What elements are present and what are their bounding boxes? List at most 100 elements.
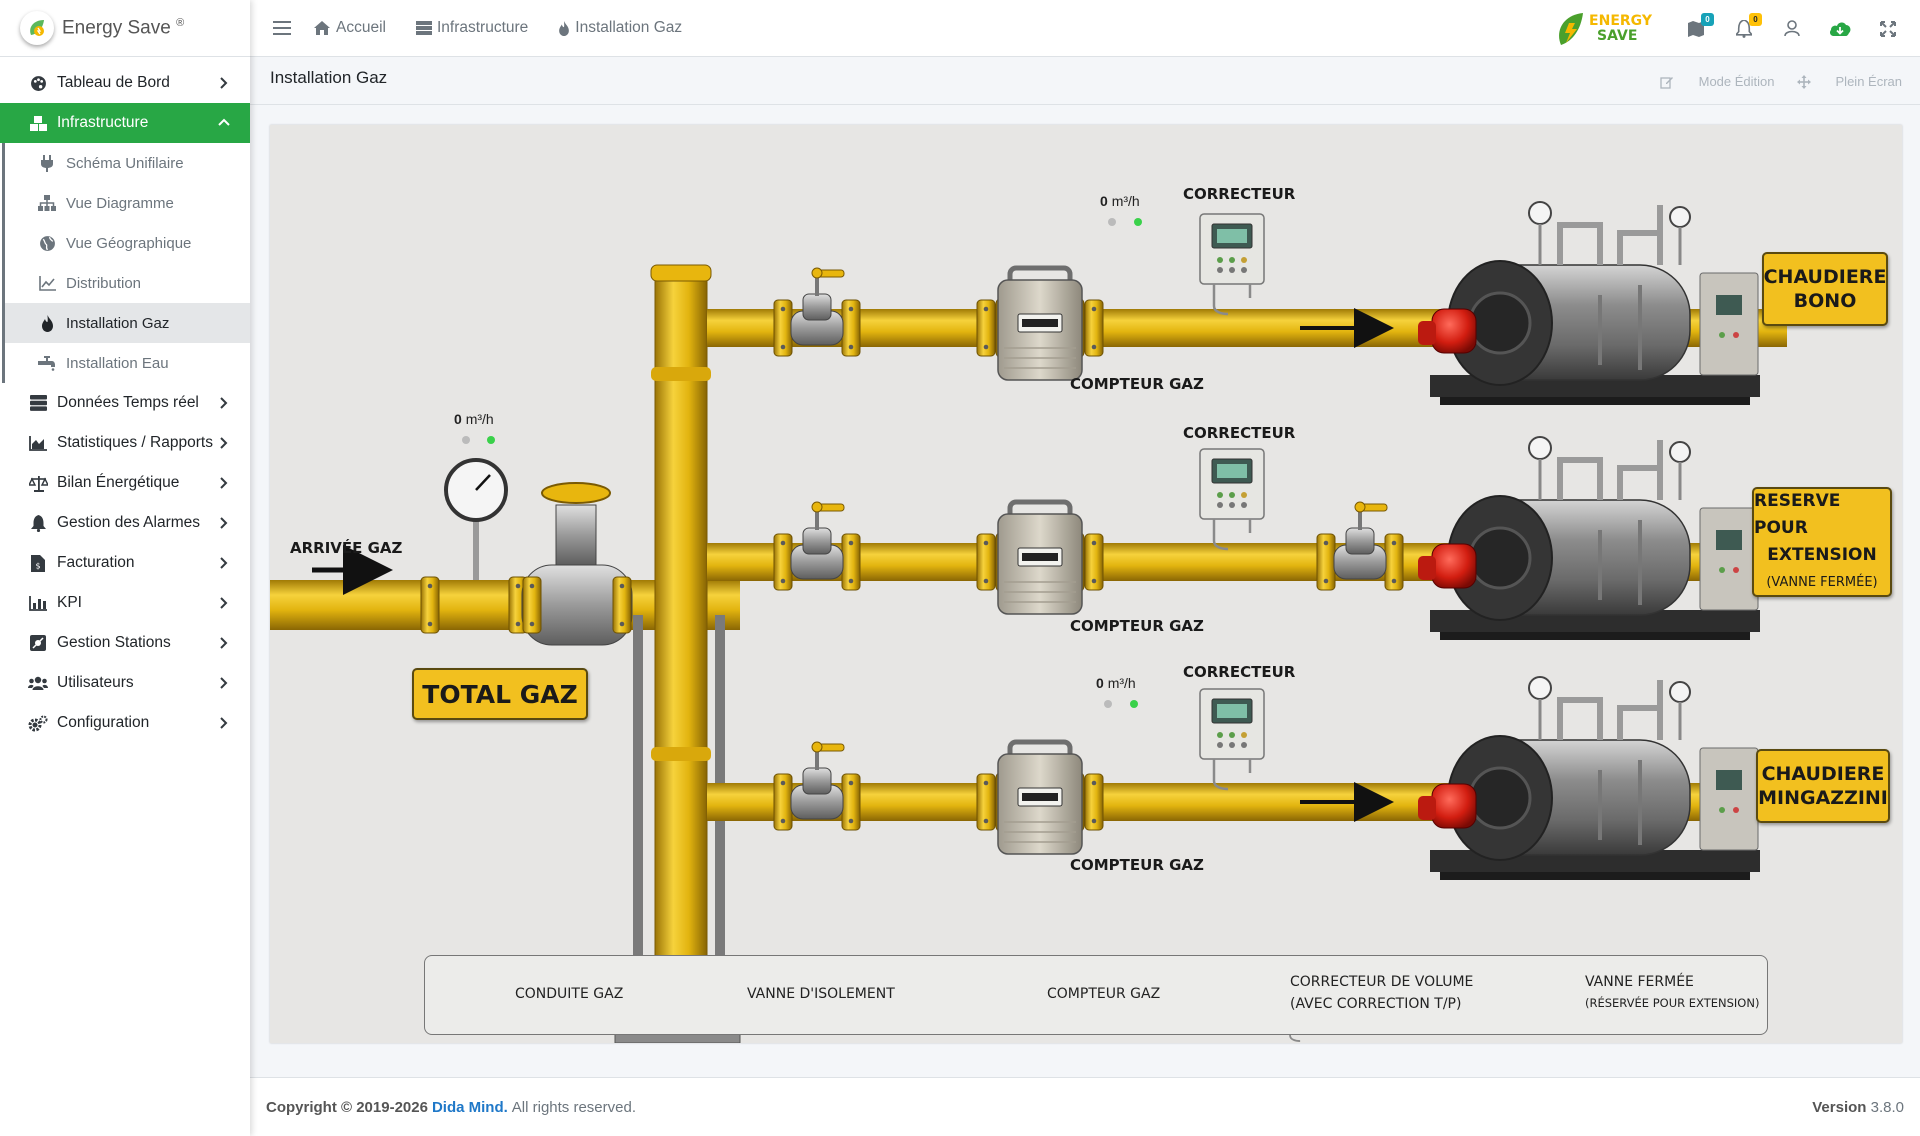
correcteur-label-1: CORRECTEUR <box>1183 185 1296 203</box>
sidebar-subitem-installation-gaz[interactable]: Installation Gaz <box>5 303 250 343</box>
sidebar-subitem-label: Distribution <box>66 274 142 292</box>
flow-readout-bono: 0 m³/h <box>1100 193 1140 209</box>
chevron-right-icon <box>220 557 228 569</box>
brand[interactable]: Energy Save ® <box>0 0 250 57</box>
sidebar-subitem-label: Vue Diagramme <box>66 194 174 212</box>
gas-installation-diagram: ARRIVÉE GAZ TOTAL GAZ 0 m³/h 0 m³/h 0 m³… <box>270 125 1902 1043</box>
server-icon <box>415 21 432 35</box>
brand-name: Energy Save <box>62 17 171 39</box>
page-title: Installation Gaz <box>270 68 388 87</box>
sidebar-item-configuration[interactable]: Configuration <box>0 703 250 743</box>
compteur-label-1: COMPTEUR GAZ <box>1070 375 1204 393</box>
chart-bar-icon <box>28 593 48 613</box>
notifications-badge: 0 <box>1749 12 1762 26</box>
sidebar-subitem-label: Schéma Unifilaire <box>66 154 184 172</box>
footer-company-link[interactable]: Dida Mind. <box>432 1099 508 1116</box>
chart-area-icon <box>28 433 48 453</box>
fire-icon <box>559 20 570 36</box>
chevron-right-icon <box>220 637 228 649</box>
reserve-line2: EXTENSION <box>1767 545 1877 565</box>
legend-vanne-fermee-line1: VANNE FERMÉE <box>1585 974 1694 990</box>
total-gaz-button[interactable]: TOTAL GAZ <box>412 668 588 720</box>
sidebar-item-label: Utilisateurs <box>57 674 134 691</box>
faucet-icon <box>37 353 57 373</box>
footer-version: Version 3.8.0 <box>1812 1098 1904 1116</box>
total-gaz-label: TOTAL GAZ <box>422 679 578 709</box>
sidebar-subitem-label: Installation Eau <box>66 354 169 372</box>
fire-icon <box>37 313 57 333</box>
sidebar-item-label: Tableau de Bord <box>57 74 170 91</box>
sidebar-subitem-schema-unifilaire[interactable]: Schéma Unifilaire <box>5 143 250 183</box>
chevron-up-icon <box>218 118 230 126</box>
chevron-right-icon <box>220 517 228 529</box>
nav-installation-gaz[interactable]: Installation Gaz <box>558 19 682 37</box>
sidebar-subitem-installation-eau[interactable]: Installation Eau <box>5 343 250 383</box>
sidebar-subitem-vue-geographique[interactable]: Vue Géographique <box>5 223 250 263</box>
infrastructure-submenu: Schéma Unifilaire Vue Diagramme Vue Géog… <box>2 143 250 383</box>
boiler-mingazzini-tag[interactable]: CHAUDIERE MINGAZZINI <box>1756 749 1890 823</box>
sidebar-item-gestion-des-alarmes[interactable]: Gestion des Alarmes <box>0 503 250 543</box>
arrows-move-icon <box>1796 74 1811 89</box>
plein-ecran-label: Plein Écran <box>1835 74 1902 89</box>
messages-badge: 0 <box>1701 12 1714 26</box>
cubes-icon <box>28 113 48 133</box>
nav-accueil[interactable]: Accueil <box>313 19 386 37</box>
cloud-download-button[interactable] <box>1828 17 1852 41</box>
flow-readout-total: 0 m³/h <box>454 411 494 427</box>
sidebar-item-kpi[interactable]: KPI <box>0 583 250 623</box>
balance-icon <box>28 473 48 493</box>
chevron-right-icon <box>220 677 228 689</box>
server-icon <box>28 393 48 413</box>
correcteur-label-2: CORRECTEUR <box>1183 424 1296 442</box>
sidebar-item-facturation[interactable]: $ Facturation <box>0 543 250 583</box>
sidebar-subitem-label: Vue Géographique <box>66 234 192 252</box>
sidebar-item-label: Statistiques / Rapports <box>57 434 213 451</box>
sidebar-subitem-distribution[interactable]: Distribution <box>5 263 250 303</box>
sidebar-item-label: KPI <box>57 594 82 611</box>
edit-icon <box>1659 76 1673 89</box>
flow-readout-mingazzini: 0 m³/h <box>1096 675 1136 691</box>
sidebar-item-tableau-de-bord[interactable]: Tableau de Bord <box>0 63 250 103</box>
footer-copyright: Copyright © 2019-2026 <box>266 1098 428 1116</box>
legend-compteur-gaz: COMPTEUR GAZ <box>1047 986 1161 1002</box>
legend-correcteur-line1: CORRECTEUR DE VOLUME <box>1290 974 1474 990</box>
brand-logo-icon <box>20 11 54 45</box>
boiler-bono-tag[interactable]: CHAUDIERE BONO <box>1762 252 1888 326</box>
cogs-icon <box>28 713 48 733</box>
hamburger-menu-icon[interactable] <box>273 21 291 35</box>
mode-edition-button[interactable]: Mode Édition <box>1659 74 1775 89</box>
chevron-right-icon <box>220 717 228 729</box>
sidebar-item-bilan-energetique[interactable]: Bilan Énergétique <box>0 463 250 503</box>
sidebar-subitem-vue-diagramme[interactable]: Vue Diagramme <box>5 183 250 223</box>
plug-icon <box>37 153 57 173</box>
palette-icon <box>28 73 48 93</box>
messages-button[interactable]: 0 <box>1684 12 1714 41</box>
chevron-right-icon <box>220 477 228 489</box>
notifications-button[interactable]: 0 <box>1732 12 1762 41</box>
reserve-line3: (VANNE FERMÉE) <box>1766 575 1878 590</box>
user-profile-button[interactable] <box>1780 17 1804 41</box>
footer-rights: All rights reserved. <box>511 1098 636 1116</box>
sidebar-item-label: Bilan Énergétique <box>57 474 180 491</box>
sidebar-item-statistiques-rapports[interactable]: Statistiques / Rapports <box>0 423 250 463</box>
chevron-right-icon <box>220 597 228 609</box>
boiler-mingazzini-line1: CHAUDIERE <box>1761 763 1885 785</box>
home-icon <box>314 21 330 35</box>
sidebar-item-gestion-stations[interactable]: Gestion Stations <box>0 623 250 663</box>
nav-infrastructure[interactable]: Infrastructure <box>415 19 528 37</box>
boiler-bono-line2: BONO <box>1793 290 1857 312</box>
reserve-extension-tag[interactable]: RESERVE POUR EXTENSION (VANNE FERMÉE) <box>1752 487 1892 597</box>
logo-line2: SAVE <box>1597 27 1638 44</box>
sidebar-item-donnees-temps-reel[interactable]: Données Temps réel <box>0 383 250 423</box>
correcteur-label-3: CORRECTEUR <box>1183 663 1296 681</box>
sidebar-item-infrastructure[interactable]: Infrastructure <box>0 103 250 143</box>
sidebar-item-utilisateurs[interactable]: Utilisateurs <box>0 663 250 703</box>
fullscreen-button[interactable] <box>1876 17 1900 41</box>
header-divider <box>250 104 1920 105</box>
leaf-logo-icon <box>1559 12 1584 45</box>
users-icon <box>28 673 48 693</box>
plein-ecran-button[interactable]: Plein Écran <box>1796 74 1902 89</box>
arrivee-gaz-label: ARRIVÉE GAZ <box>290 539 403 557</box>
compteur-label-2: COMPTEUR GAZ <box>1070 617 1204 635</box>
reserve-line1: RESERVE POUR <box>1754 491 1841 538</box>
